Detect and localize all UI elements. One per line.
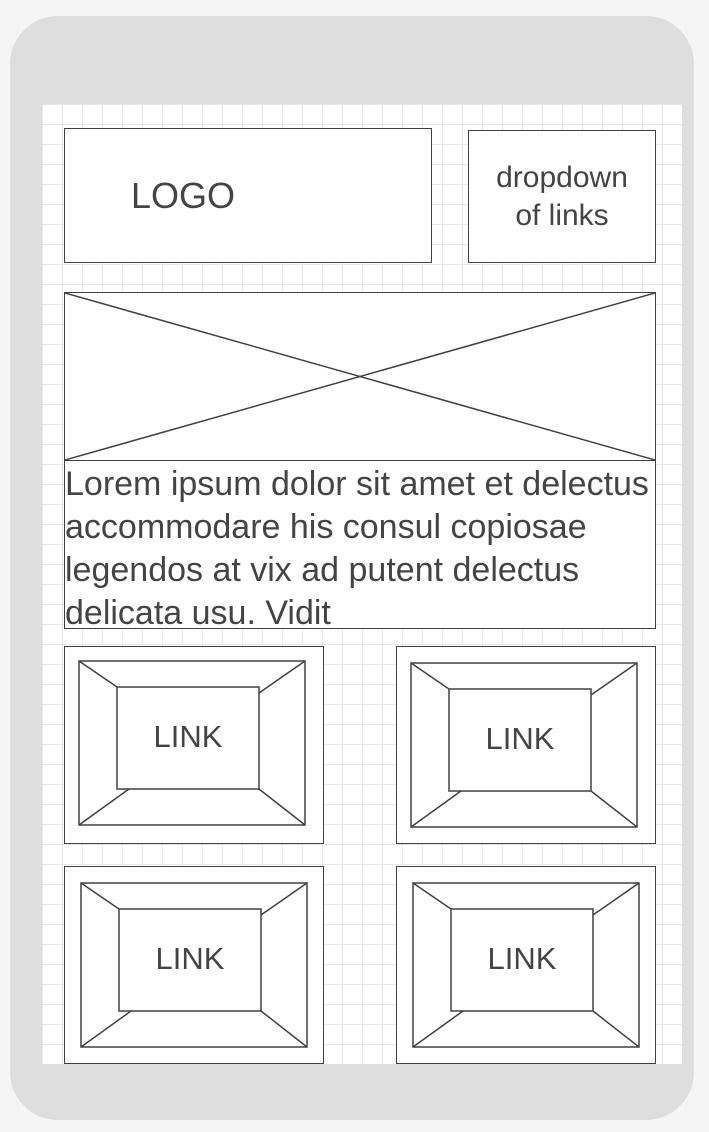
dropdown-label: dropdown of links xyxy=(496,160,628,232)
phone-frame: LOGO dropdown of links Lorem ipsum dolor… xyxy=(10,16,694,1120)
link-label: LINK xyxy=(153,719,223,754)
image-placeholder-icon xyxy=(65,293,655,460)
body-text: Lorem ipsum dolor sit amet et delectus a… xyxy=(65,465,649,629)
phone-screen: LOGO dropdown of links Lorem ipsum dolor… xyxy=(42,104,682,1064)
link-card-4[interactable]: LINK xyxy=(396,866,656,1064)
dropdown-links-button[interactable]: dropdown of links xyxy=(468,130,656,263)
link-label: LINK xyxy=(155,941,225,976)
link-label: LINK xyxy=(487,941,557,976)
link-card-1[interactable]: LINK xyxy=(64,646,324,844)
body-text-box: Lorem ipsum dolor sit amet et delectus a… xyxy=(64,460,656,629)
logo-text: LOGO xyxy=(131,175,236,216)
hero-image-placeholder xyxy=(64,292,656,461)
link-label: LINK xyxy=(485,721,555,756)
link-card-3[interactable]: LINK xyxy=(64,866,324,1064)
logo-box[interactable]: LOGO xyxy=(64,128,432,263)
link-card-2[interactable]: LINK xyxy=(396,646,656,844)
